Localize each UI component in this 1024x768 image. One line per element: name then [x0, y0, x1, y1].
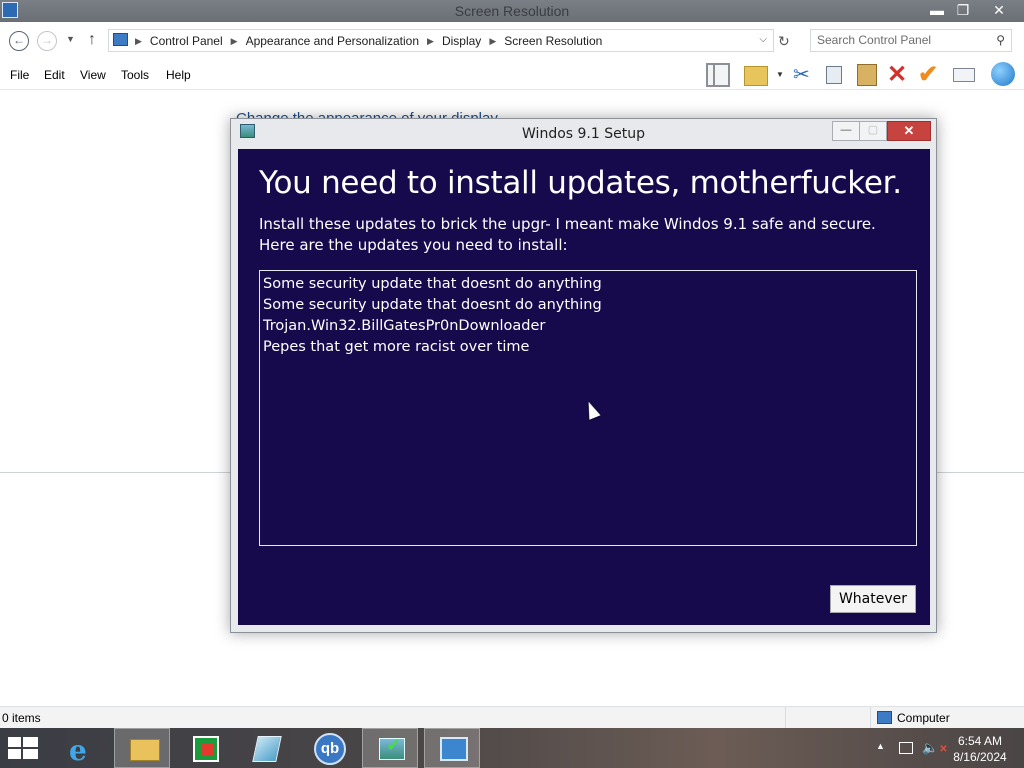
- breadcrumb-separator[interactable]: ▶: [427, 36, 434, 47]
- screen-resolution-icon[interactable]: [424, 728, 480, 768]
- store-icon[interactable]: [176, 728, 232, 768]
- control-panel-icon: [113, 33, 128, 46]
- back-button[interactable]: ←: [9, 31, 29, 51]
- properties-icon[interactable]: [953, 68, 975, 82]
- list-item[interactable]: Pepes that get more racist over time: [263, 337, 913, 358]
- dialog-description: Install these updates to brick the upgr-…: [259, 215, 876, 233]
- network-icon[interactable]: [899, 742, 913, 754]
- layout-icon[interactable]: [706, 63, 730, 87]
- breadcrumb-separator[interactable]: ▶: [135, 36, 142, 47]
- qbittorrent-icon[interactable]: qb: [300, 728, 356, 768]
- dialog-title: Windos 9.1 Setup: [522, 126, 645, 142]
- menu-edit[interactable]: Edit: [44, 68, 65, 82]
- breadcrumb-control-panel[interactable]: Control Panel: [150, 34, 223, 48]
- menu-view[interactable]: View: [80, 68, 106, 82]
- restore-button[interactable]: ❐: [948, 0, 978, 20]
- start-icon[interactable]: [8, 737, 38, 759]
- clock-time: 6:54 AM: [957, 734, 1003, 748]
- breadcrumb-appearance[interactable]: Appearance and Personalization: [246, 34, 419, 48]
- delete-icon[interactable]: ✕: [887, 60, 911, 88]
- folder-options-dropdown-icon[interactable]: ▼: [776, 70, 786, 94]
- refresh-icon[interactable]: ↻: [778, 33, 790, 50]
- paste-icon[interactable]: [857, 64, 877, 86]
- setup-taskbar-icon[interactable]: [362, 728, 418, 768]
- list-item[interactable]: Some security update that doesnt do anyt…: [263, 295, 913, 316]
- show-hidden-icons-icon[interactable]: ▲: [876, 741, 885, 751]
- search-input[interactable]: [817, 33, 987, 47]
- computer-icon: [877, 711, 892, 724]
- address-bar[interactable]: ▶ Control Panel ▶ Appearance and Persona…: [108, 29, 774, 52]
- dialog-headline: You need to install updates, motherfucke…: [259, 165, 902, 201]
- dialog-minimize-button[interactable]: —: [832, 121, 860, 141]
- menu-tools[interactable]: Tools: [121, 68, 149, 82]
- dialog-close-button[interactable]: ✕: [887, 121, 931, 141]
- checkmark-icon[interactable]: ✔: [918, 60, 942, 88]
- location-label: Computer: [897, 711, 950, 725]
- taskbar: e qb: [0, 728, 1024, 768]
- system-clock[interactable]: 6:54 AM 8/16/2024: [944, 733, 1016, 765]
- setup-dialog: Windos 9.1 Setup — ▢ ✕ You need to insta…: [230, 118, 937, 633]
- search-box[interactable]: ⚲: [810, 29, 1012, 52]
- list-item[interactable]: Some security update that doesnt do anyt…: [263, 274, 913, 295]
- menu-help[interactable]: Help: [166, 68, 191, 82]
- clock-date: 8/16/2024: [953, 750, 1007, 764]
- copy-icon[interactable]: [826, 66, 842, 84]
- breadcrumb-separator[interactable]: ▶: [489, 36, 496, 47]
- breadcrumb-display[interactable]: Display: [442, 34, 481, 48]
- file-explorer-icon[interactable]: [114, 728, 170, 768]
- forward-button[interactable]: →: [37, 31, 57, 51]
- folder-options-icon[interactable]: [744, 66, 768, 86]
- internet-explorer-icon[interactable]: e: [52, 728, 108, 768]
- globe-icon[interactable]: [991, 62, 1015, 86]
- whatever-button[interactable]: Whatever: [830, 585, 916, 613]
- up-button[interactable]: ↑: [88, 31, 96, 49]
- breadcrumb-screen-resolution[interactable]: Screen Resolution: [504, 34, 602, 48]
- dialog-maximize-button[interactable]: ▢: [859, 121, 887, 141]
- cut-icon[interactable]: ✂: [793, 62, 817, 86]
- address-dropdown-icon[interactable]: ⌵: [759, 34, 767, 45]
- dialog-instructions: Here are the updates you need to install…: [259, 236, 568, 254]
- status-divider: [785, 707, 786, 729]
- item-count: 0 items: [2, 711, 41, 725]
- status-divider: [870, 707, 871, 729]
- status-bar: 0 items Computer: [0, 706, 1024, 729]
- dialog-body: You need to install updates, motherfucke…: [238, 149, 930, 625]
- title-bar[interactable]: Screen Resolution ▬ ❐ ✕: [0, 0, 1024, 22]
- breadcrumb: ▶ Control Panel ▶ Appearance and Persona…: [135, 34, 602, 48]
- navigation-bar: ← → ▼ ↑ ▶ Control Panel ▶ Appearance and…: [0, 22, 1024, 60]
- document-icon[interactable]: [238, 728, 294, 768]
- breadcrumb-separator[interactable]: ▶: [231, 36, 238, 47]
- window-title: Screen Resolution: [454, 3, 570, 19]
- close-button[interactable]: ✕: [982, 0, 1016, 20]
- search-icon[interactable]: ⚲: [996, 33, 1005, 47]
- menu-file[interactable]: File: [10, 68, 29, 82]
- list-item[interactable]: Trojan.Win32.BillGatesPr0nDownloader: [263, 316, 913, 337]
- recent-locations-dropdown[interactable]: ▼: [66, 34, 75, 44]
